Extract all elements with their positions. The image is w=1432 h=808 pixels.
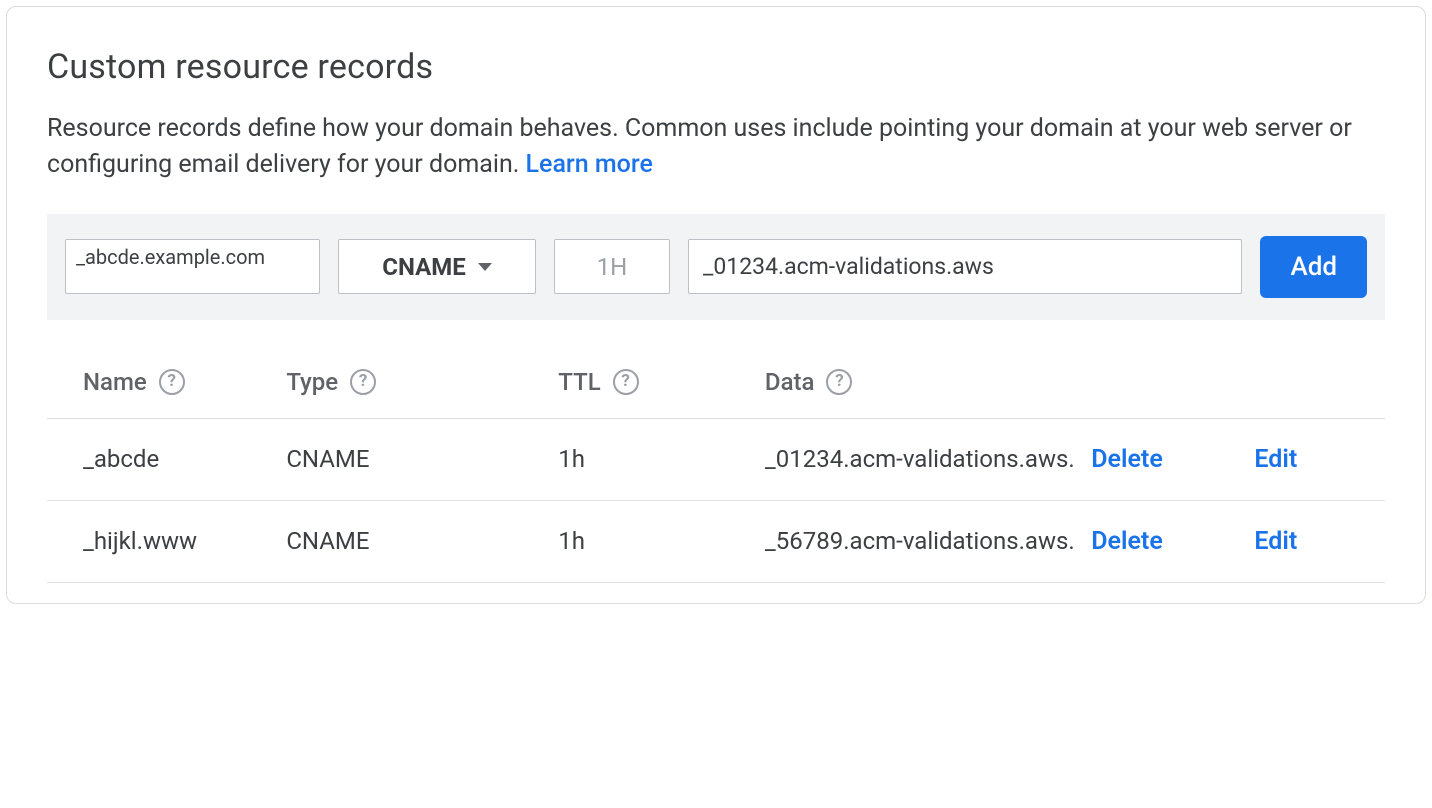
cell-ttl: 1h <box>558 500 765 582</box>
record-type-select[interactable]: CNAME <box>338 239 536 294</box>
record-name-input[interactable] <box>65 239 320 294</box>
help-icon[interactable]: ? <box>159 369 185 395</box>
delete-button[interactable]: Delete <box>1091 445 1163 474</box>
custom-resource-records-card: Custom resource records Resource records… <box>6 6 1426 604</box>
column-header-name: Name <box>83 368 147 396</box>
add-button[interactable]: Add <box>1260 236 1367 298</box>
table-row: _abcde CNAME 1h _01234.acm-validations.a… <box>47 418 1385 500</box>
record-data-input[interactable] <box>688 239 1242 294</box>
description-text: Resource records define how your domain … <box>47 114 1352 179</box>
cell-data: _56789.acm-validations.aws. <box>765 500 1091 582</box>
table-row: _hijkl.www CNAME 1h _56789.acm-validatio… <box>47 500 1385 582</box>
help-icon[interactable]: ? <box>613 369 639 395</box>
cell-type: CNAME <box>286 500 558 582</box>
chevron-down-icon <box>478 263 492 271</box>
section-title: Custom resource records <box>47 47 1385 87</box>
edit-button[interactable]: Edit <box>1254 527 1297 556</box>
column-header-type: Type <box>286 368 338 396</box>
records-table: Name ? Type ? TTL ? <box>47 354 1385 583</box>
record-ttl-input[interactable] <box>554 239 670 294</box>
section-description: Resource records define how your domain … <box>47 111 1385 184</box>
edit-button[interactable]: Edit <box>1254 445 1297 474</box>
record-type-value: CNAME <box>382 253 465 281</box>
cell-name: _hijkl.www <box>47 500 286 582</box>
help-icon[interactable]: ? <box>826 369 852 395</box>
learn-more-link[interactable]: Learn more <box>526 150 653 179</box>
cell-name: _abcde <box>47 418 286 500</box>
column-header-data: Data <box>765 368 815 396</box>
column-header-ttl: TTL <box>558 368 600 396</box>
cell-type: CNAME <box>286 418 558 500</box>
cell-ttl: 1h <box>558 418 765 500</box>
add-record-form: CNAME Add <box>47 214 1385 320</box>
cell-data: _01234.acm-validations.aws. <box>765 418 1091 500</box>
delete-button[interactable]: Delete <box>1091 527 1163 556</box>
help-icon[interactable]: ? <box>350 369 376 395</box>
